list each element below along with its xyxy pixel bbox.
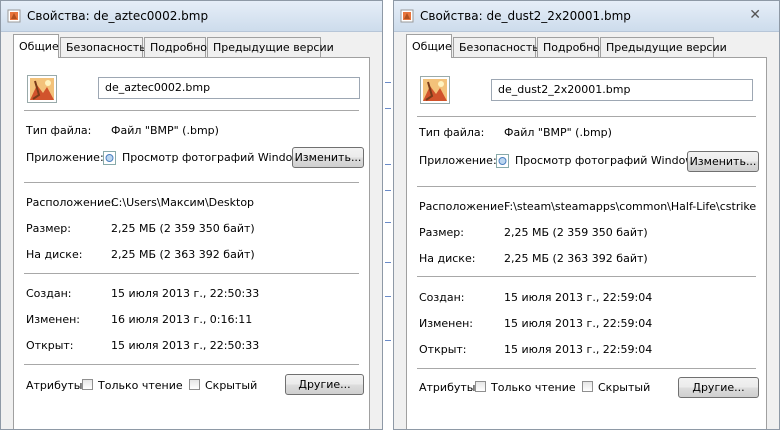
change-app-button[interactable]: Изменить... <box>292 147 364 168</box>
image-file-icon <box>420 76 450 104</box>
title-bar[interactable]: Свойства: de_dust2_2x20001.bmp ✕ <box>394 1 779 32</box>
close-icon[interactable]: ✕ <box>749 7 761 23</box>
modified-label: Изменен: <box>419 317 474 330</box>
app-value: Просмотр фотографий Windows <box>122 151 308 164</box>
separator <box>417 368 756 369</box>
app-label: Приложение: <box>419 154 497 167</box>
opened-value: 15 июля 2013 г., 22:59:04 <box>504 343 653 356</box>
change-app-button[interactable]: Изменить... <box>687 151 759 172</box>
created-value: 15 июля 2013 г., 22:59:04 <box>504 291 653 304</box>
hidden-checkbox[interactable] <box>189 379 200 390</box>
filename-field[interactable]: de_dust2_2x20001.bmp <box>491 79 753 101</box>
disk-size-label: На диске: <box>26 248 83 261</box>
file-type-value: Файл "BMP" (.bmp) <box>504 126 612 139</box>
advanced-attributes-button[interactable]: Другие... <box>678 377 759 398</box>
readonly-checkbox[interactable] <box>82 379 93 390</box>
location-label: Расположение: <box>26 196 115 209</box>
tab-security[interactable]: Безопасность <box>453 37 539 57</box>
created-label: Создан: <box>26 287 72 300</box>
size-label: Размер: <box>26 222 71 235</box>
tab-general[interactable]: Общие <box>406 34 452 58</box>
window-title: Свойства: de_aztec0002.bmp <box>27 9 209 23</box>
size-label: Размер: <box>419 226 464 239</box>
modified-label: Изменен: <box>26 313 81 326</box>
location-label: Расположение: <box>419 200 508 213</box>
tab-previous-versions[interactable]: Предыдущие версии <box>600 37 727 57</box>
readonly-checkbox[interactable] <box>475 381 486 392</box>
bmp-file-icon <box>400 9 414 23</box>
tab-details[interactable]: Подробно <box>144 37 207 57</box>
general-panel: de_dust2_2x20001.bmp Тип файла: Файл "BM… <box>406 57 767 429</box>
advanced-attributes-button[interactable]: Другие... <box>285 374 364 395</box>
attributes-label: Атрибуты: <box>419 381 480 394</box>
photo-viewer-icon <box>103 151 116 165</box>
general-panel: de_aztec0002.bmp Тип файла: Файл "BMP" (… <box>13 57 370 429</box>
size-value: 2,25 МБ (2 359 350 байт) <box>111 222 255 235</box>
location-value: F:\steam\steamapps\common\Half-Life\cstr… <box>504 200 757 213</box>
disk-size-value: 2,25 МБ (2 363 392 байт) <box>111 248 255 261</box>
separator <box>24 110 359 111</box>
window-title: Свойства: de_dust2_2x20001.bmp <box>420 9 631 23</box>
opened-label: Открыт: <box>419 343 467 356</box>
separator <box>24 273 359 274</box>
separator <box>417 186 756 187</box>
created-value: 15 июля 2013 г., 22:50:33 <box>111 287 260 300</box>
separator <box>417 116 756 117</box>
opened-label: Открыт: <box>26 339 74 352</box>
hidden-label[interactable]: Скрытый <box>205 379 257 392</box>
photo-viewer-icon <box>496 154 509 168</box>
hidden-label[interactable]: Скрытый <box>598 381 650 394</box>
properties-window-dust2[interactable]: Свойства: de_dust2_2x20001.bmp ✕ Общие Б… <box>393 0 780 430</box>
tab-security[interactable]: Безопасность <box>60 37 146 57</box>
modified-value: 15 июля 2013 г., 22:59:04 <box>504 317 653 330</box>
properties-window-aztec[interactable]: Свойства: de_aztec0002.bmp Общие Безопас… <box>0 0 383 430</box>
hidden-checkbox[interactable] <box>582 381 593 392</box>
filename-field[interactable]: de_aztec0002.bmp <box>98 77 360 99</box>
created-label: Создан: <box>419 291 465 304</box>
app-value: Просмотр фотографий Windows <box>515 154 701 167</box>
size-value: 2,25 МБ (2 359 350 байт) <box>504 226 648 239</box>
modified-value: 16 июля 2013 г., 0:16:11 <box>111 313 253 326</box>
separator <box>24 182 359 183</box>
app-label: Приложение: <box>26 151 104 164</box>
tab-previous-versions[interactable]: Предыдущие версии <box>207 37 334 57</box>
disk-size-label: На диске: <box>419 252 476 265</box>
attributes-label: Атрибуты: <box>26 379 87 392</box>
tab-general[interactable]: Общие <box>13 34 59 58</box>
readonly-label[interactable]: Только чтение <box>98 379 183 392</box>
tab-details[interactable]: Подробно <box>537 37 600 57</box>
separator <box>417 276 756 277</box>
file-type-value: Файл "BMP" (.bmp) <box>111 124 219 137</box>
disk-size-value: 2,25 МБ (2 363 392 байт) <box>504 252 648 265</box>
file-type-label: Тип файла: <box>419 126 485 139</box>
separator <box>24 364 359 365</box>
image-file-icon <box>27 75 57 103</box>
title-bar[interactable]: Свойства: de_aztec0002.bmp <box>1 1 382 32</box>
opened-value: 15 июля 2013 г., 22:50:33 <box>111 339 260 352</box>
location-value: C:\Users\Максим\Desktop <box>111 196 255 209</box>
bmp-file-icon <box>7 9 21 23</box>
file-type-label: Тип файла: <box>26 124 92 137</box>
readonly-label[interactable]: Только чтение <box>491 381 576 394</box>
desktop-background <box>383 0 393 430</box>
